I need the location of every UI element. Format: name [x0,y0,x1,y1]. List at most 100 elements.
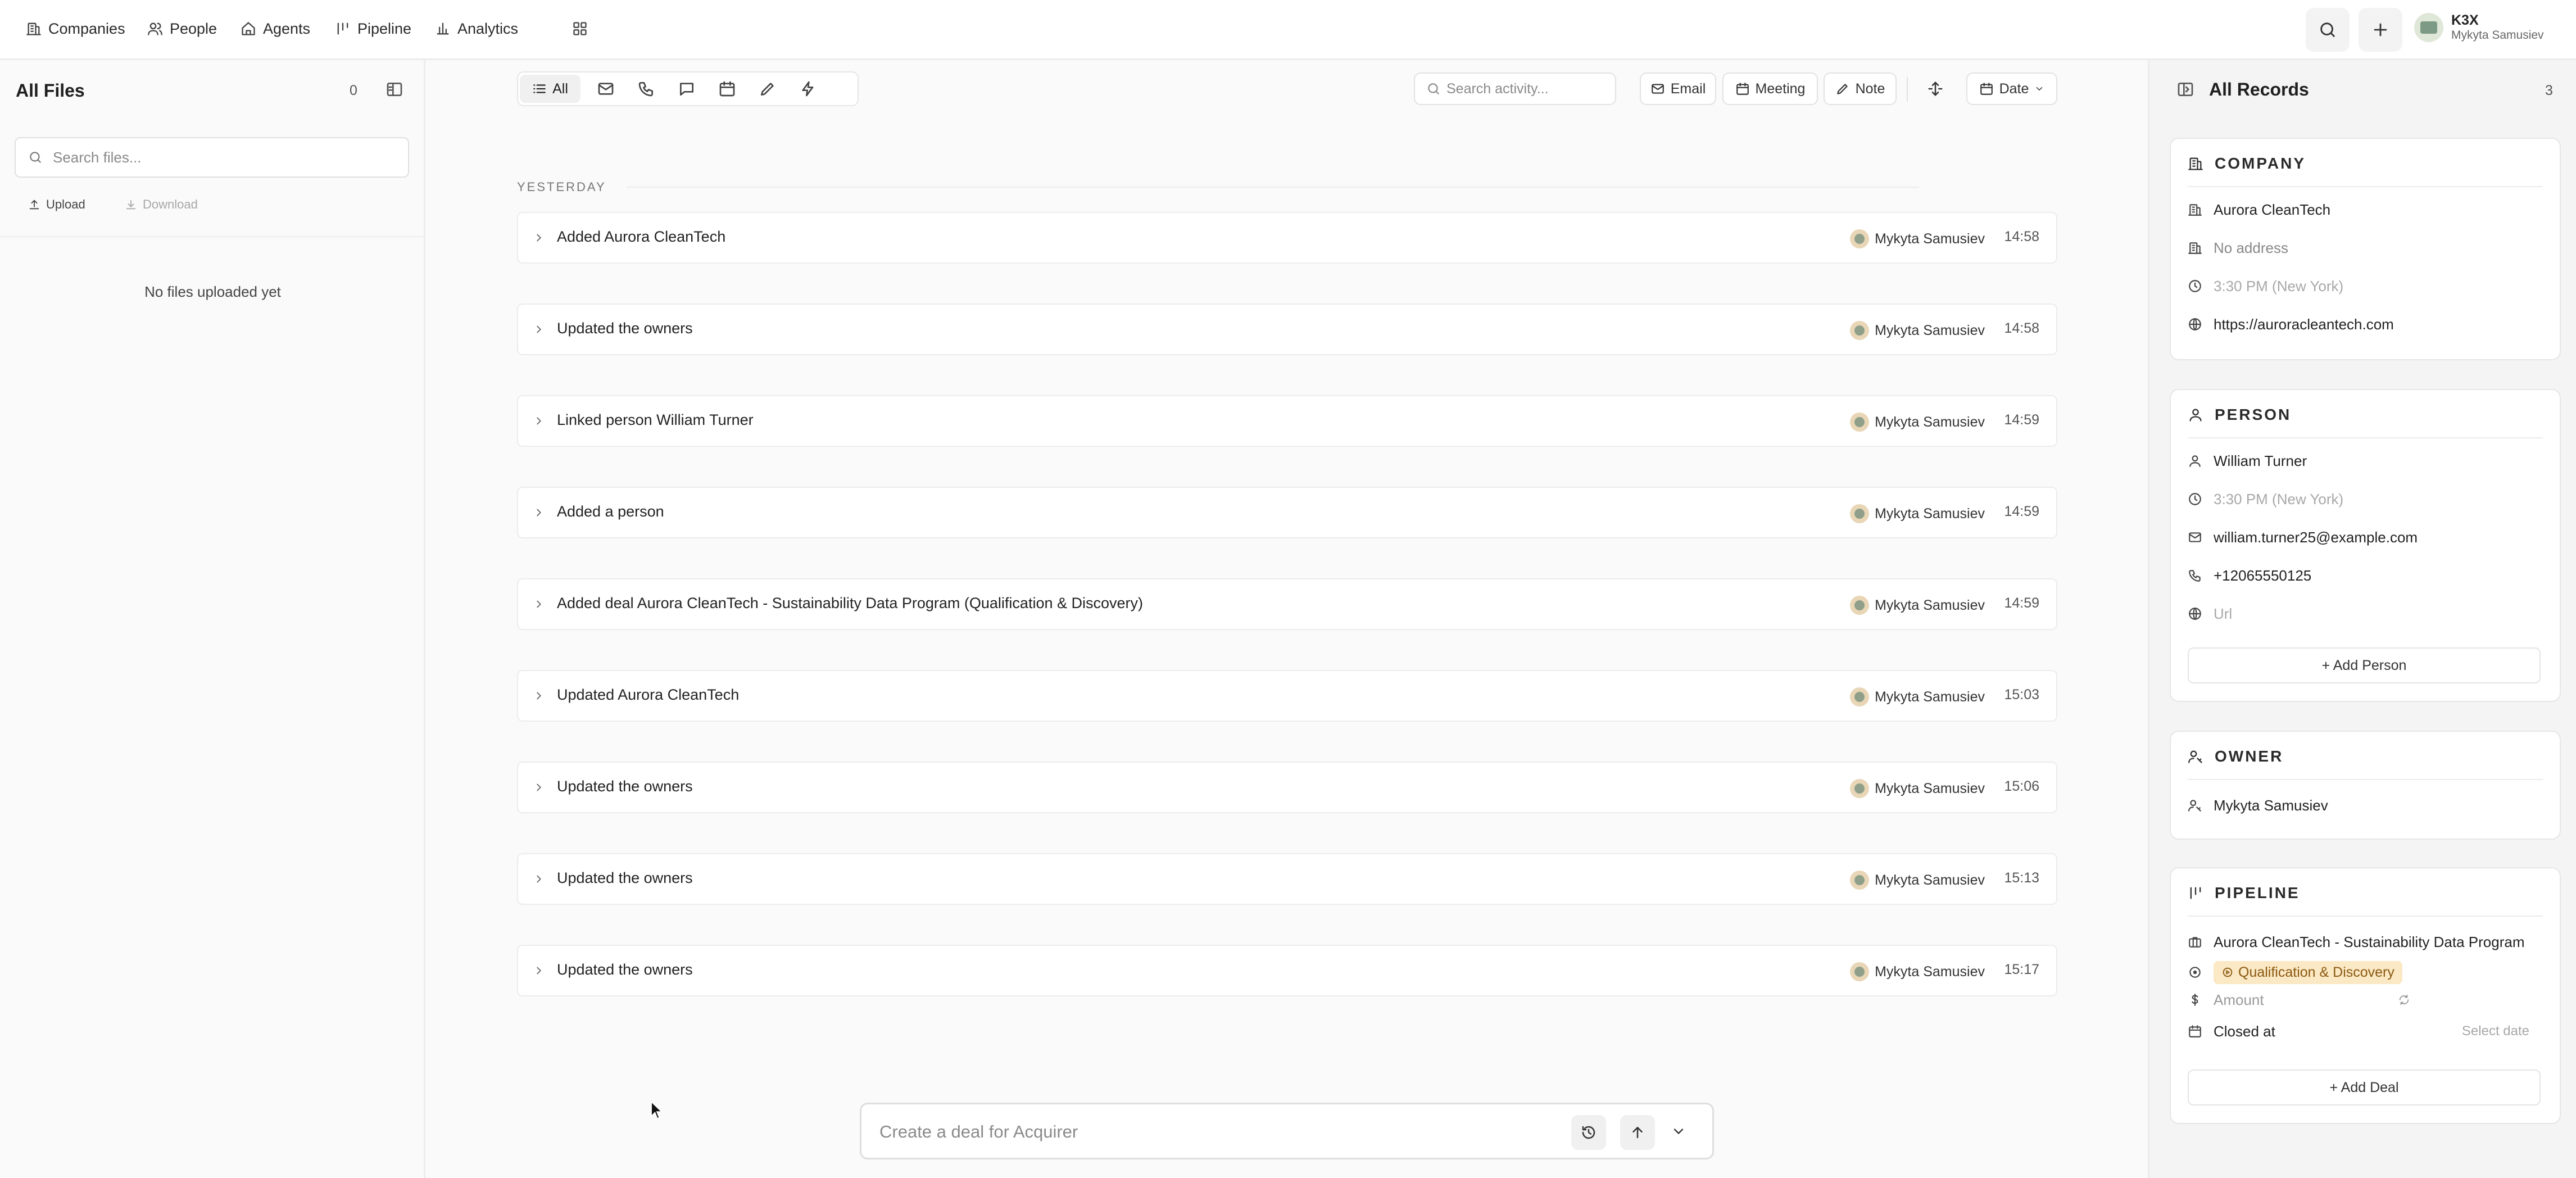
group-divider [627,187,1919,188]
activity-user: Mykyta Samusiev [1850,686,1985,708]
person-url-field[interactable]: Url [2188,602,2546,625]
composer-send-button[interactable] [1620,1115,1655,1150]
person-phone-field[interactable]: +12065550125 [2188,564,2546,587]
deal-name-field[interactable]: Aurora CleanTech - Sustainability Data P… [2188,931,2546,953]
nav-agents[interactable]: Agents [241,15,310,43]
select-date-button[interactable]: Select date [2462,1023,2529,1039]
add-person-button[interactable]: + Add Person [2188,647,2541,683]
chevron-right-icon [533,323,545,336]
owner-name-field[interactable]: Mykyta Samusiev [2188,794,2546,817]
person-phone: +12065550125 [2214,567,2312,584]
nav-pipeline[interactable]: Pipeline [335,15,411,43]
user-workspace-name: K3X [2451,12,2479,28]
nav-companies[interactable]: Companies [26,15,125,43]
pipeline-heading: PIPELINE [2215,884,2300,901]
add-deal-button[interactable]: + Add Deal [2188,1070,2541,1105]
company-card-header: COMPANY [2188,155,2306,173]
chevron-down-icon [2034,84,2044,94]
stage-badge: Qualification & Discovery [2214,960,2402,984]
files-search-placeholder: Search files... [53,148,142,166]
create-new-button[interactable] [2359,8,2402,52]
chevron-right-icon [533,506,545,519]
filter-automation-button[interactable] [792,73,824,105]
collapse-panel-button[interactable] [386,80,403,98]
activity-search-input[interactable]: Search activity... [1414,73,1616,105]
activity-title: Updated the owners [557,869,693,886]
chevron-right-icon [533,232,545,244]
stage-label: Qualification & Discovery [2238,964,2394,980]
refresh-icon[interactable] [2398,994,2410,1006]
deal-closed-at-field[interactable]: Closed at Select date [2188,1020,2546,1043]
company-address-field[interactable]: No address [2188,237,2546,259]
activity-user: Mykyta Samusiev [1850,502,1985,525]
person-card: PERSON William Turner 3:30 PM (New York)… [2170,389,2561,702]
filter-all-button[interactable]: All [520,75,580,103]
person-email-field[interactable]: william.turner25@example.com [2188,526,2546,549]
activity-item[interactable]: Added deal Aurora CleanTech - Sustainabi… [517,578,2057,630]
chevron-right-icon [533,415,545,427]
add-note-label: Note [1855,80,1885,97]
date-sort-dropdown[interactable]: Date [1966,73,2057,105]
filter-message-button[interactable] [671,73,702,105]
apps-grid-icon [572,21,588,37]
upload-button[interactable]: Upload [28,197,85,212]
activity-user-name: Mykyta Samusiev [1875,872,1985,888]
nav-pipeline-label: Pipeline [357,20,412,37]
target-icon [2188,965,2202,980]
upload-icon [28,198,40,211]
nav-analytics[interactable]: Analytics [435,15,518,43]
mail-icon [1650,81,1665,96]
filter-note-button[interactable] [752,73,783,105]
sidebar-toggle-icon [386,80,403,98]
user-menu[interactable]: K3X Mykyta Samusiev [2414,12,2544,42]
company-name-field[interactable]: Aurora CleanTech [2188,198,2546,221]
activity-item[interactable]: Linked person William Turner Mykyta Samu… [517,395,2057,447]
sidebar-toggle-icon [2176,80,2194,98]
apps-grid-button[interactable] [572,15,588,43]
filter-email-button[interactable] [590,73,622,105]
deal-stage-field[interactable]: Qualification & Discovery [2188,959,2546,985]
nav-companies-label: Companies [48,20,125,37]
owner-heading: OWNER [2215,747,2284,765]
deal-composer[interactable]: Create a deal for Acquirer [860,1103,1714,1159]
clock-icon [2188,279,2202,293]
divider [2188,437,2543,438]
calendar-icon [1979,81,1994,96]
activity-item[interactable]: Added a person Mykyta Samusiev 14:59 [517,487,2057,538]
activity-item[interactable]: Added Aurora CleanTech Mykyta Samusiev 1… [517,212,2057,264]
add-note-button[interactable]: Note [1824,73,1897,105]
global-search-button[interactable] [2306,8,2350,52]
lightning-icon [799,80,817,98]
activity-time: 15:17 [2004,962,2039,977]
activity-item[interactable]: Updated the owners Mykyta Samusiev 14:58 [517,303,2057,355]
composer-history-button[interactable] [1571,1115,1606,1150]
activity-item[interactable]: Updated the owners Mykyta Samusiev 15:17 [517,945,2057,996]
files-search-input[interactable]: Search files... [15,137,409,178]
collapse-records-button[interactable] [2176,80,2194,98]
filter-meeting-button[interactable] [711,73,743,105]
nav-analytics-label: Analytics [457,20,519,37]
composer-options-button[interactable] [1671,1123,1689,1141]
activity-title: Added deal Aurora CleanTech - Sustainabi… [557,595,1143,611]
filter-call-button[interactable] [631,73,662,105]
chevron-right-icon [533,690,545,702]
user-full-name: Mykyta Samusiev [2451,29,2544,42]
toolbar-divider [1907,77,1908,102]
activity-item[interactable]: Updated the owners Mykyta Samusiev 15:13 [517,853,2057,905]
pipeline-card-header: PIPELINE [2188,884,2300,902]
owner-name: Mykyta Samusiev [2214,796,2328,814]
deal-amount-field[interactable]: Amount [2188,989,2546,1011]
amount-label: Amount [2214,991,2264,1008]
company-website-field[interactable]: https://auroracleantech.com [2188,313,2546,336]
activity-item[interactable]: Updated Aurora CleanTech Mykyta Samusiev… [517,670,2057,722]
activity-item[interactable]: Updated the owners Mykyta Samusiev 15:06 [517,762,2057,813]
log-meeting-button[interactable]: Meeting [1722,73,1818,105]
expand-collapse-button[interactable] [1918,73,1953,105]
person-name-field[interactable]: William Turner [2188,450,2546,472]
divider [2188,779,2543,780]
download-button[interactable]: Download [125,197,198,212]
activity-feed-panel: All Search activity... Email Meeting Not… [425,60,2148,1178]
nav-people[interactable]: People [147,15,217,43]
avatar [1850,229,1870,248]
log-email-button[interactable]: Email [1640,73,1716,105]
